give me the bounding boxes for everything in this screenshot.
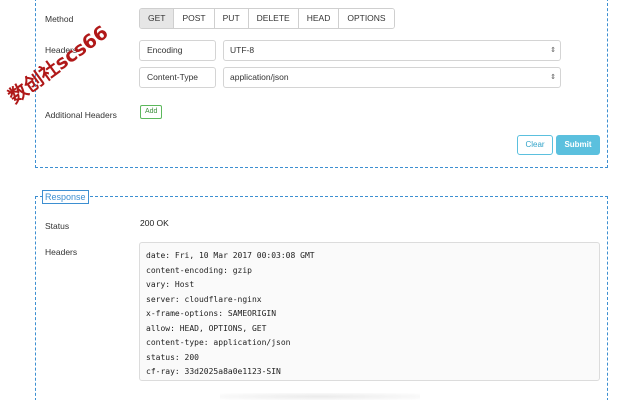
- response-legend: Response: [42, 190, 89, 204]
- response-header-line: allow: HEAD, OPTIONS, GET: [146, 323, 267, 333]
- header-key-content-type[interactable]: Content-Type: [139, 67, 216, 88]
- status-value: 200 OK: [140, 218, 169, 228]
- submit-button[interactable]: Submit: [556, 135, 600, 155]
- status-label: Status: [45, 221, 70, 231]
- response-header-line: x-frame-options: SAMEORIGIN: [146, 309, 277, 318]
- bottom-shadow: [220, 393, 420, 400]
- select-caret-icon: ⇕: [550, 74, 556, 81]
- method-get-button[interactable]: GET: [140, 9, 175, 28]
- method-label: Method: [45, 14, 74, 24]
- response-headers-label: Headers: [45, 247, 78, 257]
- method-put-button[interactable]: PUT: [214, 9, 249, 28]
- header-key-encoding[interactable]: Encoding: [139, 40, 216, 61]
- select-caret-icon: ⇕: [550, 47, 556, 54]
- method-button-group: GET POST PUT DELETE HEAD OPTIONS: [139, 8, 395, 29]
- response-header-line: content-encoding: gzip: [146, 265, 252, 275]
- response-header-line: cf-ray: 33d2025a8a0e1123-SIN: [146, 367, 281, 376]
- method-head-button[interactable]: HEAD: [298, 9, 340, 28]
- method-delete-button[interactable]: DELETE: [248, 9, 299, 28]
- response-header-line: status: 200: [146, 352, 199, 362]
- response-header-line: server: cloudflare-nginx: [146, 294, 262, 304]
- header-value-text: UTF-8: [230, 45, 255, 55]
- add-header-button[interactable]: Add: [140, 105, 163, 119]
- response-headers-box[interactable]: date: Fri, 10 Mar 2017 00:03:08 GMT cont…: [139, 242, 600, 381]
- response-header-line: vary: Host: [146, 280, 195, 289]
- response-header-line: date: Fri, 10 Mar 2017 00:03:08 GMT: [146, 251, 315, 260]
- header-value-select-content-type[interactable]: application/json ⇕: [223, 67, 561, 88]
- method-post-button[interactable]: POST: [174, 9, 215, 28]
- clear-button[interactable]: Clear: [517, 135, 553, 155]
- header-value-select-encoding[interactable]: UTF-8 ⇕: [223, 40, 561, 61]
- header-value-text: application/json: [230, 72, 289, 82]
- response-header-line: content-type: application/json: [146, 338, 291, 347]
- additional-headers-label: Additional Headers: [45, 110, 117, 120]
- method-options-button[interactable]: OPTIONS: [339, 9, 394, 28]
